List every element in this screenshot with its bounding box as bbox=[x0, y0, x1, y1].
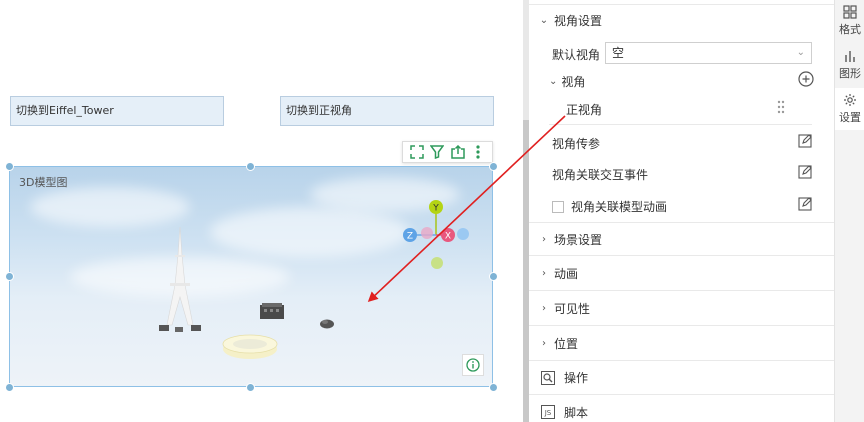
svg-text:JS: JS bbox=[544, 409, 552, 417]
chevron-right-icon: › bbox=[542, 337, 546, 349]
view-anim-row: 视角关联模型动画 bbox=[552, 198, 667, 215]
default-view-value: 空 bbox=[612, 46, 625, 60]
ring-model bbox=[222, 334, 278, 359]
switch-front-view-button[interactable]: 切换到正视角 bbox=[280, 96, 494, 126]
section-position[interactable]: › 位置 bbox=[529, 326, 834, 361]
section-view-settings[interactable]: ⌄ 视角设置 bbox=[529, 4, 834, 36]
view-anim-checkbox[interactable] bbox=[552, 200, 564, 213]
tab-label: 设置 bbox=[839, 111, 861, 124]
axis-gizmo[interactable]: Y Z X bbox=[400, 195, 470, 275]
section-title: 脚本 bbox=[564, 405, 589, 420]
section-scene-settings[interactable]: › 场景设置 bbox=[529, 222, 834, 256]
tab-settings[interactable]: 设置 bbox=[835, 88, 864, 130]
side-tabs: 格式 图形 设置 bbox=[834, 0, 864, 422]
chevron-down-icon: ⌄ bbox=[549, 76, 558, 87]
info-button[interactable] bbox=[462, 354, 484, 376]
view-anim-label: 视角关联模型动画 bbox=[571, 200, 668, 214]
resize-handle[interactable] bbox=[5, 383, 14, 392]
resize-handle[interactable] bbox=[246, 383, 255, 392]
divider bbox=[549, 124, 812, 125]
resize-handle[interactable] bbox=[489, 272, 498, 281]
edit-icon[interactable] bbox=[798, 165, 812, 179]
view-item-front[interactable]: 正视角 bbox=[566, 101, 602, 118]
drag-handle-icon[interactable] bbox=[777, 100, 785, 117]
edit-icon[interactable] bbox=[798, 197, 812, 211]
tab-label: 格式 bbox=[839, 23, 861, 36]
resize-handle[interactable] bbox=[489, 383, 498, 392]
section-title: 场景设置 bbox=[554, 232, 603, 247]
more-icon[interactable] bbox=[470, 144, 486, 160]
section-title: 动画 bbox=[554, 266, 579, 281]
widget-toolbar bbox=[402, 141, 493, 163]
axis-y-label: Y bbox=[432, 204, 439, 214]
chevron-down-icon: ⌄ bbox=[539, 15, 549, 26]
section-title: 位置 bbox=[554, 336, 579, 351]
section-animation[interactable]: › 动画 bbox=[529, 256, 834, 291]
tab-label: 图形 bbox=[839, 67, 861, 80]
tab-format[interactable]: 格式 bbox=[835, 0, 864, 42]
fullscreen-icon[interactable] bbox=[409, 144, 425, 160]
resize-handle[interactable] bbox=[489, 162, 498, 171]
3d-model-scene[interactable]: 3D模型图 Y Z X bbox=[9, 166, 493, 387]
resize-handle[interactable] bbox=[5, 162, 14, 171]
cloud bbox=[30, 187, 190, 227]
edit-icon[interactable] bbox=[798, 134, 812, 148]
section-title: 操作 bbox=[564, 371, 589, 385]
properties-panel: ⌄ 视角设置 默认视角 空 ⌄ ⌄ 视角 正视角 视角传参 视角关联交互事件 视… bbox=[529, 0, 834, 422]
view-event-label: 视角关联交互事件 bbox=[552, 168, 649, 182]
view-param-label: 视角传参 bbox=[552, 137, 601, 151]
grid-icon bbox=[843, 5, 857, 19]
scene-title: 3D模型图 bbox=[19, 176, 68, 189]
resize-handle[interactable] bbox=[246, 162, 255, 171]
views-label: 视角 bbox=[561, 75, 586, 89]
gear-icon bbox=[844, 94, 856, 106]
views-group-header[interactable]: ⌄ 视角 bbox=[549, 73, 585, 90]
chevron-right-icon: › bbox=[542, 302, 546, 314]
add-view-icon[interactable] bbox=[798, 71, 814, 90]
resize-handle[interactable] bbox=[5, 272, 14, 281]
cloud bbox=[210, 207, 410, 257]
operation-icon bbox=[541, 370, 555, 385]
section-operation[interactable]: 操作 bbox=[529, 361, 834, 395]
filter-icon[interactable] bbox=[429, 144, 445, 160]
section-title: 可见性 bbox=[554, 301, 591, 316]
building-model bbox=[260, 303, 284, 319]
section-visibility[interactable]: › 可见性 bbox=[529, 291, 834, 326]
section-title: 视角设置 bbox=[554, 14, 603, 28]
default-view-label: 默认视角 bbox=[552, 48, 601, 62]
tab-shape[interactable]: 图形 bbox=[835, 44, 864, 86]
section-script[interactable]: JS 脚本 bbox=[529, 395, 834, 422]
switch-eiffel-button[interactable]: 切换到Eiffel_Tower bbox=[10, 96, 224, 126]
chevron-right-icon: › bbox=[542, 267, 546, 279]
chevron-right-icon: › bbox=[542, 233, 546, 245]
axis-x-label: X bbox=[445, 232, 451, 242]
chevron-down-icon: ⌄ bbox=[796, 47, 805, 58]
small-model bbox=[320, 319, 334, 329]
bar-chart-icon bbox=[845, 51, 855, 62]
export-icon[interactable] bbox=[450, 144, 466, 160]
info-icon bbox=[466, 358, 480, 372]
js-icon: JS bbox=[541, 405, 555, 419]
default-view-select[interactable]: 空 ⌄ bbox=[605, 42, 812, 64]
canvas-area: 切换到Eiffel_Tower 切换到正视角 3D模型图 Y Z X bbox=[0, 0, 523, 422]
eiffel-tower-model bbox=[159, 226, 201, 332]
axis-z-label: Z bbox=[407, 232, 413, 242]
